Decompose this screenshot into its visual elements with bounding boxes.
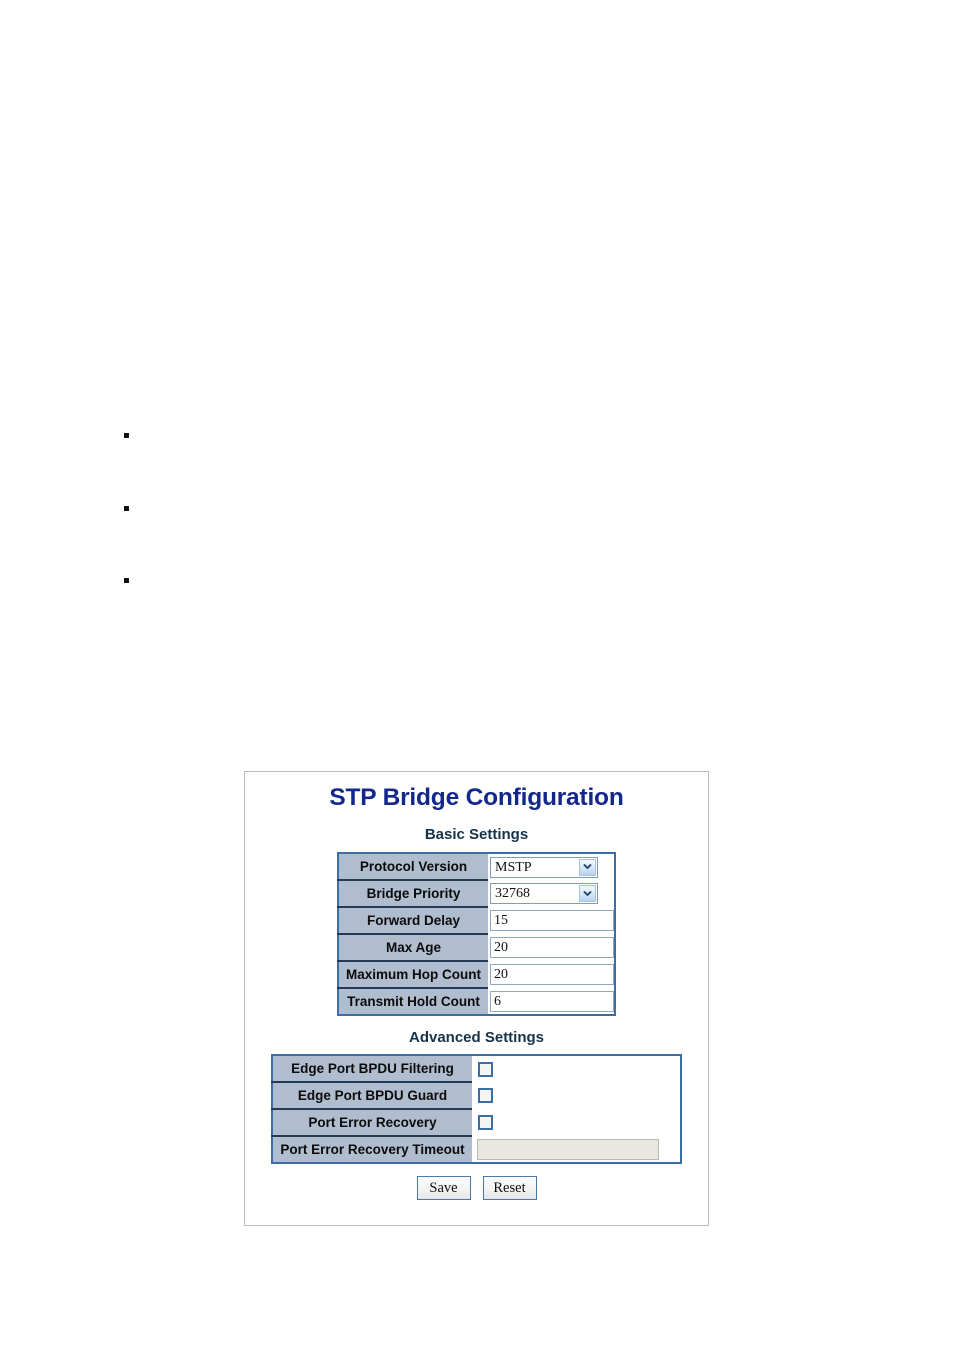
chevron-down-icon[interactable] [579,858,596,876]
advanced-settings-heading: Advanced Settings [408,1029,545,1046]
table-row: Bridge Priority 32768 [338,880,615,908]
row-label-maximum-hop-count: Maximum Hop Count [338,961,488,989]
basic-settings-table: Protocol Version MSTP Bridge Priority 32… [337,852,616,1016]
stp-bridge-configuration-screenshot: STP Bridge Configuration Basic Settings … [244,771,709,1226]
basic-settings-heading: Basic Settings [424,826,529,843]
row-label-edge-port-bpdu-guard: Edge Port BPDU Guard [272,1082,472,1110]
edge-port-bpdu-guard-checkbox[interactable] [477,1088,493,1104]
maximum-hop-count-input[interactable]: 20 [490,964,614,985]
row-label-max-age: Max Age [338,934,488,962]
advanced-settings-table: Edge Port BPDU Filtering Edge Port BPDU … [271,1054,682,1164]
row-value-bridge-priority: 32768 [488,880,615,907]
table-row: Port Error Recovery Timeout [272,1136,681,1163]
table-row: Port Error Recovery [272,1109,681,1137]
table-row: Maximum Hop Count 20 [338,961,615,989]
row-label-protocol-version: Protocol Version [338,853,488,881]
table-row: Transmit Hold Count 6 [338,988,615,1015]
table-row: Edge Port BPDU Guard [272,1082,681,1110]
row-value-max-age: 20 [488,934,615,961]
protocol-version-value: MSTP [495,859,532,875]
row-label-edge-port-bpdu-filtering: Edge Port BPDU Filtering [272,1055,472,1083]
max-age-input[interactable]: 20 [490,937,614,958]
transmit-hold-count-input[interactable]: 6 [490,990,614,1012]
row-value-port-error-recovery [471,1109,681,1136]
save-button[interactable]: Save [416,1176,471,1200]
bullet-marker-1 [124,433,129,438]
chevron-down-icon[interactable] [579,885,596,902]
row-label-bridge-priority: Bridge Priority [338,880,488,908]
row-value-transmit-hold-count: 6 [488,988,615,1015]
forward-delay-input[interactable]: 15 [490,910,614,931]
table-row: Protocol Version MSTP [338,853,615,881]
row-label-port-error-recovery-timeout: Port Error Recovery Timeout [272,1136,472,1163]
row-label-port-error-recovery: Port Error Recovery [272,1109,472,1137]
row-value-edge-port-bpdu-filtering [471,1055,681,1082]
row-value-maximum-hop-count: 20 [488,961,615,988]
row-value-protocol-version: MSTP [488,853,615,880]
table-row: Edge Port BPDU Filtering [272,1055,681,1083]
document-bullet-list [0,0,954,700]
row-label-transmit-hold-count: Transmit Hold Count [338,988,488,1015]
bullet-marker-2 [124,506,129,511]
port-error-recovery-timeout-input[interactable] [476,1138,659,1160]
bullet-marker-3 [124,578,129,583]
port-error-recovery-checkbox[interactable] [477,1115,493,1131]
form-button-row: Save Reset [245,1176,708,1200]
row-label-forward-delay: Forward Delay [338,907,488,935]
bridge-priority-select[interactable]: 32768 [490,883,598,904]
row-value-port-error-recovery-timeout [471,1136,681,1163]
edge-port-bpdu-filtering-checkbox[interactable] [477,1061,493,1077]
page-title: STP Bridge Configuration [329,784,624,811]
bridge-priority-value: 32768 [495,886,530,901]
reset-button[interactable]: Reset [482,1176,537,1200]
protocol-version-select[interactable]: MSTP [490,856,598,878]
row-value-forward-delay: 15 [488,907,615,934]
row-value-edge-port-bpdu-guard [471,1082,681,1109]
table-row: Max Age 20 [338,934,615,962]
table-row: Forward Delay 15 [338,907,615,935]
